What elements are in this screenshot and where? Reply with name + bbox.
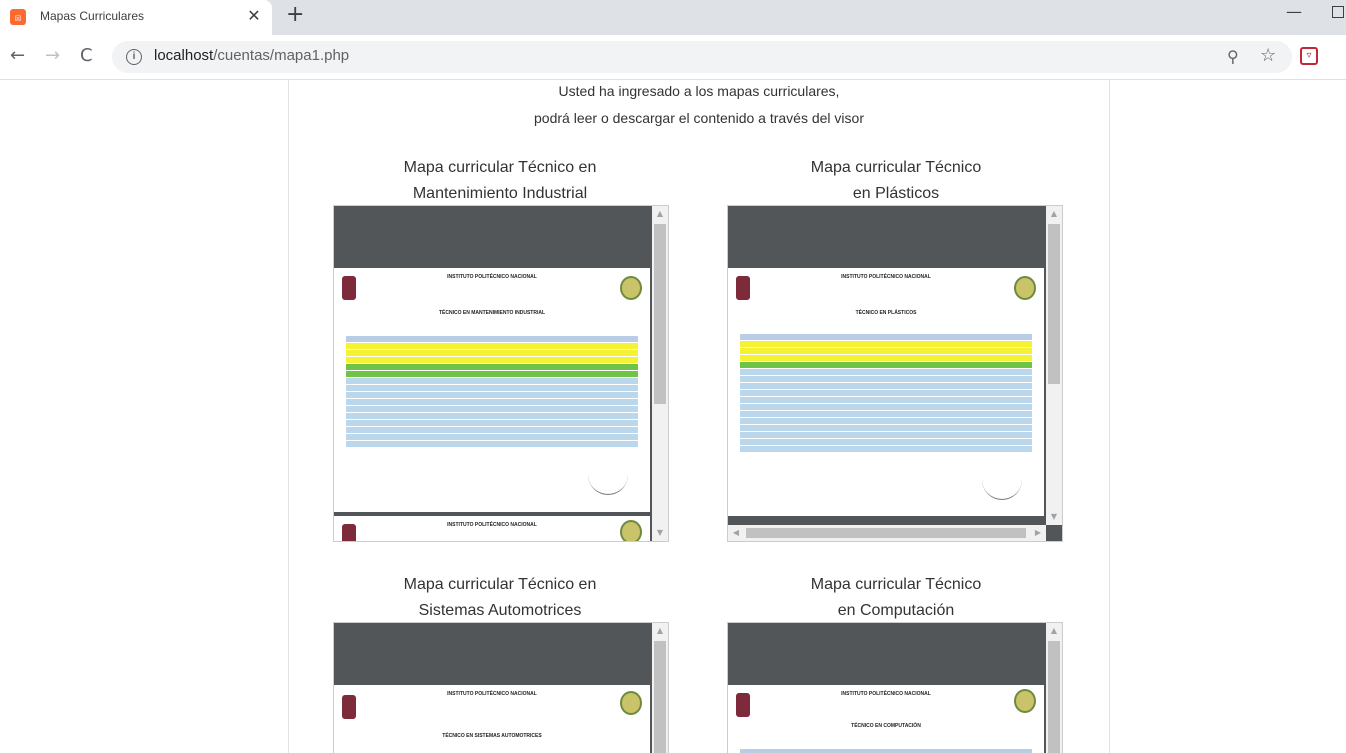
tab-title: Mapas Curriculares [40,9,145,23]
doc-institution: INSTITUTO POLITÉCNICO NACIONAL [447,274,537,280]
pdf-viewer-plasticos[interactable]: INSTITUTO POLITÉCNICO NACIONAL TÉCNICO E… [727,205,1063,542]
tab-strip: ☒ Mapas Curriculares ✕ + — [0,0,1346,35]
scrollbar-thumb[interactable] [654,641,666,753]
vertical-scrollbar[interactable]: ▲ ▼ [1046,206,1062,525]
scroll-up-arrow-icon[interactable]: ▲ [1046,623,1062,639]
scroll-right-arrow-icon[interactable]: ▶ [1030,525,1046,541]
doc-career-title: TÉCNICO EN MANTENIMIENTO INDUSTRIAL [438,310,546,316]
new-tab-button[interactable]: + [286,2,304,27]
doc-institution: INSTITUTO POLITÉCNICO NACIONAL [841,274,931,280]
card-title-plasticos: Mapa curricular Técnico en Plásticos [726,155,1066,207]
card-title-line2: en Plásticos [852,185,940,202]
viewer-toolbar-area [728,623,1046,685]
pdf-viewer-automotrices[interactable]: INSTITUTO POLITÉCNICO NACIONAL TÉCNICO E… [333,622,669,753]
card-title-line2: Sistemas Automotrices [418,602,582,619]
pdf-page: INSTITUTO POLITÉCNICO NACIONAL TÉCNICO E… [728,685,1044,753]
doc-career-title: TÉCNICO EN PLÁSTICOS [855,310,917,316]
url-host: localhost [154,47,214,64]
doc-curriculum-table [740,334,1032,453]
doc-curriculum-table [740,749,1032,753]
card-title-line1: Mapa curricular Técnico en [403,159,597,176]
pdf-viewer-mantenimiento[interactable]: INSTITUTO POLITÉCNICO NACIONAL TÉCNICO E… [333,205,669,542]
card-title-line1: Mapa curricular Técnico en [403,576,597,593]
scroll-down-arrow-icon[interactable]: ▼ [652,525,668,541]
doc-institution: INSTITUTO POLITÉCNICO NACIONAL [447,691,537,697]
vertical-scrollbar[interactable]: ▲ [1046,623,1062,753]
scroll-up-arrow-icon[interactable]: ▲ [652,206,668,222]
forward-arrow-icon[interactable]: → [45,45,60,66]
viewer-toolbar-area [334,206,652,268]
scrollbar-thumb[interactable] [1048,224,1060,384]
scrollbar-thumb[interactable] [654,224,666,404]
scroll-up-arrow-icon[interactable]: ▲ [652,623,668,639]
card-title-computacion: Mapa curricular Técnico en Computación [726,572,1066,624]
browser-tab[interactable]: ☒ Mapas Curriculares ✕ [0,0,272,35]
zoom-icon[interactable]: ⚲ [1227,47,1239,66]
card-title-line1: Mapa curricular Técnico [810,576,982,593]
viewer-toolbar-area [334,623,652,685]
card-title-automotrices: Mapa curricular Técnico en Sistemas Auto… [330,572,670,624]
viewer-toolbar-area [728,206,1046,268]
pdf-viewer-computacion[interactable]: INSTITUTO POLITÉCNICO NACIONAL TÉCNICO E… [727,622,1063,753]
horizontal-scrollbar[interactable]: ◀ ▶ [728,525,1046,541]
extension-pocket-icon[interactable]: ▿ [1300,47,1318,65]
signature-icon [588,473,628,495]
signature-icon [982,478,1022,500]
doc-institution: INSTITUTO POLITÉCNICO NACIONAL [447,522,537,528]
scroll-down-arrow-icon[interactable]: ▼ [1046,509,1062,525]
page-viewport: Usted ha ingresado a los mapas curricula… [0,80,1346,753]
pdf-page: INSTITUTO POLITÉCNICO NACIONAL TÉCNICO E… [334,268,650,512]
scroll-left-arrow-icon[interactable]: ◀ [728,525,744,541]
reload-icon[interactable]: C [80,45,93,66]
address-bar[interactable]: i localhost/cuentas/mapa1.php ⚲ ☆ [112,41,1292,73]
doc-career-title: TÉCNICO EN COMPUTACIÓN [851,723,921,729]
pdf-page: INSTITUTO POLITÉCNICO NACIONAL TÉCNICO E… [334,685,650,753]
card-title-line2: Mantenimiento Industrial [412,185,588,202]
pdf-page-2: INSTITUTO POLITÉCNICO NACIONAL [334,516,650,541]
close-tab-icon[interactable]: ✕ [244,5,264,27]
vertical-scrollbar[interactable]: ▲ ▼ [652,206,668,541]
doc-institution: INSTITUTO POLITÉCNICO NACIONAL [841,691,931,697]
minimize-window-icon[interactable]: — [1286,2,1302,21]
browser-toolbar: ← → C i localhost/cuentas/mapa1.php ⚲ ☆ [0,35,1346,80]
bookmark-star-icon[interactable]: ☆ [1260,45,1276,66]
url-path: /cuentas/mapa1.php [213,47,350,64]
vertical-scrollbar[interactable]: ▲ [652,623,668,753]
intro-text-line1: Usted ha ingresado a los mapas curricula… [558,83,840,99]
intro-text-line2: podrá leer o descargar el contenido a tr… [534,110,864,126]
card-title-line1: Mapa curricular Técnico [810,159,982,176]
back-arrow-icon[interactable]: ← [10,45,25,66]
url-text[interactable]: localhost/cuentas/mapa1.php [154,47,349,64]
doc-curriculum-table [346,336,638,448]
scrollbar-thumb[interactable] [1048,641,1060,753]
card-title-line2: en Computación [837,602,955,619]
ipn-logo-icon [342,695,356,719]
scroll-up-arrow-icon[interactable]: ▲ [1046,206,1062,222]
horizontal-scrollbar-thumb[interactable] [746,528,1026,538]
card-title-mantenimiento: Mapa curricular Técnico en Mantenimiento… [330,155,670,207]
pdf-page: INSTITUTO POLITÉCNICO NACIONAL TÉCNICO E… [728,268,1044,516]
maximize-window-icon[interactable] [1332,6,1344,18]
doc-career-title: TÉCNICO EN SISTEMAS AUTOMOTRICES [442,733,542,739]
xampp-favicon-icon: ☒ [10,9,26,25]
site-info-icon[interactable]: i [126,49,142,65]
